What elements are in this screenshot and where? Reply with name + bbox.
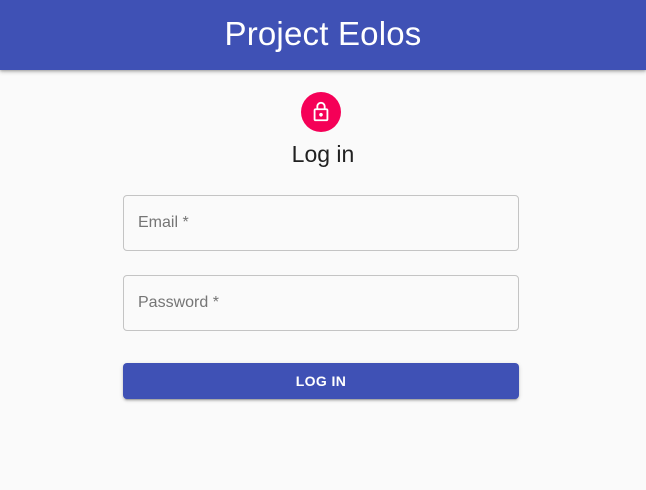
password-input[interactable] — [124, 276, 518, 330]
email-field-container: Email * — [123, 195, 519, 251]
lock-icon — [313, 101, 329, 122]
email-input[interactable] — [124, 196, 518, 250]
lock-avatar — [301, 92, 341, 132]
app-title: Project Eolos — [224, 15, 422, 52]
page-title: Log in — [291, 141, 355, 167]
login-button[interactable]: LOG IN — [123, 363, 519, 399]
app-bar: Project Eolos — [0, 0, 646, 70]
password-field-container: Password * — [123, 275, 519, 331]
